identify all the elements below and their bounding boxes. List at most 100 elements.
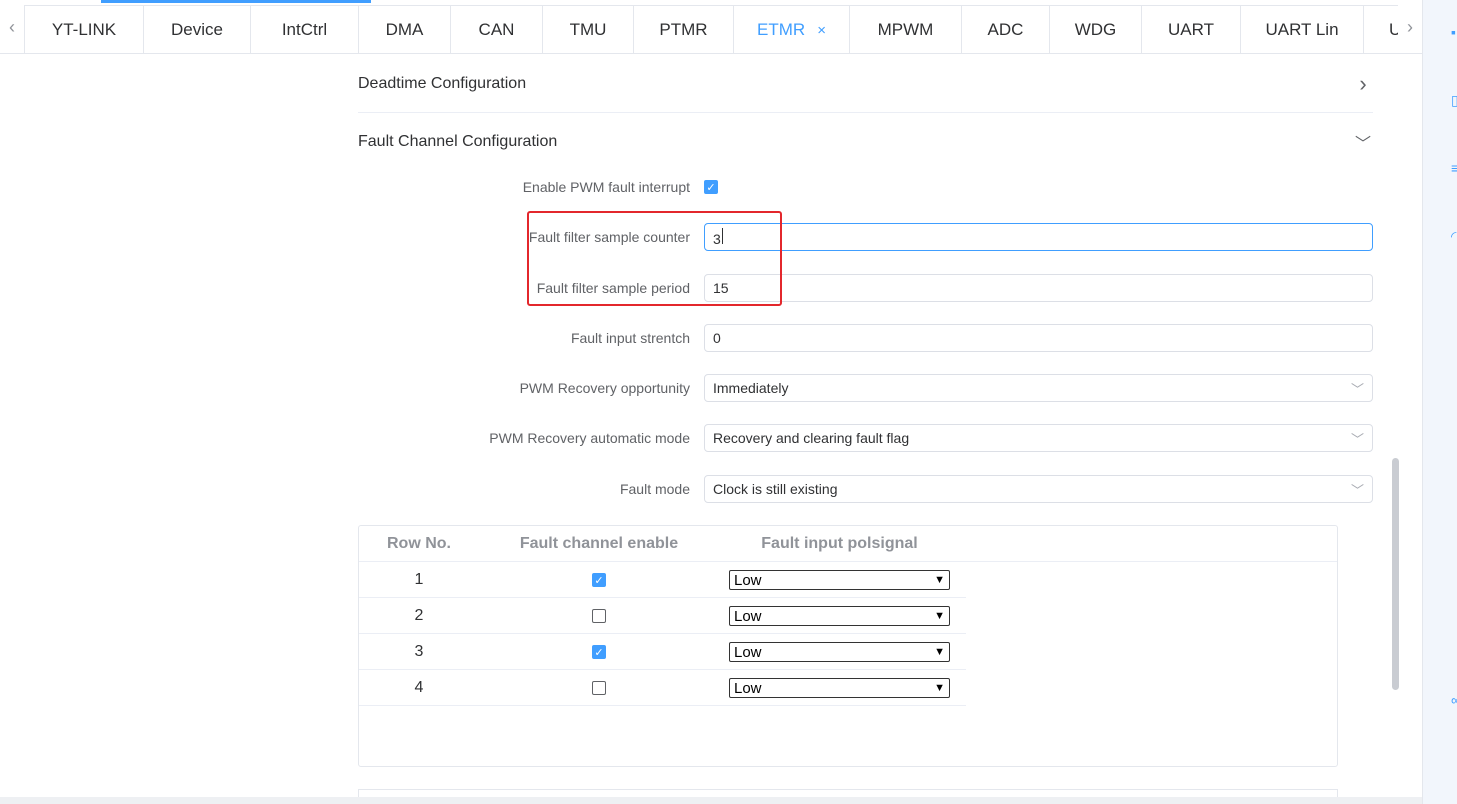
tab-mpwm[interactable]: MPWM — [849, 5, 962, 54]
tab-tmu[interactable]: TMU — [542, 5, 634, 54]
fault-filter-sample-period-input[interactable]: 15 — [704, 274, 1373, 302]
check-icon: ✓ — [594, 646, 604, 659]
row-enable-cell: ✓ — [499, 562, 699, 598]
tab-uart[interactable]: UART — [1141, 5, 1241, 54]
section-fault-channel-configuration[interactable]: Fault Channel Configuration ﹀ — [358, 113, 1373, 171]
check-icon: ✓ — [706, 181, 716, 194]
fault-input-polsignal-select[interactable]: Low ▼ — [729, 570, 950, 590]
field-label: PWM Recovery automatic mode — [489, 430, 690, 446]
chevron-down-icon: ▼ — [934, 682, 945, 694]
chevron-down-icon: ﹀ — [1354, 136, 1371, 153]
field-label: Enable PWM fault interrupt — [522, 179, 690, 195]
column-header-fault-channel-enable: Fault channel enable — [519, 535, 679, 552]
tab-label: ADC — [987, 20, 1024, 39]
table-header: Row No. Fault channel enable Fault input… — [359, 526, 1337, 562]
row-number: 1 — [414, 571, 424, 588]
form-row-pwm-recovery-opportunity: PWM Recovery opportunity Immediately ﹀ — [358, 373, 1373, 403]
select-value: Low — [734, 607, 762, 625]
section-title: Fault Channel Configuration — [358, 133, 558, 150]
tab-dma[interactable]: DMA — [358, 5, 451, 54]
tab-scroll-indicator — [101, 0, 371, 3]
tab-scroll-left-icon[interactable]: ‹ — [0, 0, 24, 54]
side-rail: ▪ ▯ ≡ ◜ ∞ — [1422, 0, 1457, 804]
tab-etmr[interactable]: ETMR × — [733, 5, 850, 54]
table-row: 1 ✓ Low ▼ — [359, 562, 966, 598]
row-enable-cell — [499, 598, 699, 634]
row-enable-cell: ✓ — [499, 634, 699, 670]
row-number: 2 — [414, 607, 424, 624]
field-label: Fault mode — [619, 481, 690, 497]
tab-label: UART Lin — [1265, 20, 1339, 39]
column-header-fault-input-polsignal: Fault input polsignal — [761, 535, 918, 552]
pwm-recovery-automatic-mode-select[interactable]: Recovery and clearing fault flag ﹀ — [704, 424, 1373, 452]
document-icon[interactable]: ▯ — [1451, 92, 1457, 108]
fault-channel-enable-checkbox[interactable]: ✓ — [592, 573, 606, 587]
fault-filter-sample-counter-input[interactable]: 3 — [704, 223, 1373, 251]
tab-u1[interactable]: U1 — [1363, 5, 1398, 54]
tab-label: MPWM — [877, 20, 934, 39]
row-number: 3 — [414, 643, 424, 660]
tab-label: U1 — [1389, 20, 1398, 39]
chevron-down-icon: ﹀ — [1350, 381, 1364, 397]
tab-label: YT-LINK — [51, 20, 117, 39]
fault-channel-table: Row No. Fault channel enable Fault input… — [358, 525, 1338, 767]
fault-channel-enable-checkbox[interactable] — [592, 609, 606, 623]
tab-intctrl[interactable]: IntCtrl — [250, 5, 359, 54]
tab-wdg[interactable]: WDG — [1049, 5, 1142, 54]
tab-label: ETMR — [757, 20, 806, 39]
fault-input-polsignal-select[interactable]: Low ▼ — [729, 642, 950, 662]
tab-list: YT-LINK Device IntCtrl DMA CAN TMU PTMR … — [24, 5, 1398, 54]
fault-channel-enable-checkbox[interactable] — [592, 681, 606, 695]
chevron-down-icon: ▼ — [934, 574, 945, 586]
fault-input-strentch-input[interactable]: 0 — [704, 324, 1373, 352]
tab-scroll-right-icon[interactable]: › — [1398, 0, 1422, 54]
enable-pwm-fault-interrupt-checkbox[interactable]: ✓ — [704, 180, 718, 194]
select-value: Low — [734, 643, 762, 661]
input-value: 0 — [713, 330, 721, 346]
select-value: Low — [734, 571, 762, 589]
list-icon[interactable]: ≡ — [1451, 160, 1457, 176]
table-row: 2 Low ▼ — [359, 598, 966, 634]
tab-label: WDG — [1074, 20, 1117, 39]
chevron-down-icon: ▼ — [934, 646, 945, 658]
column-header-row-no: Row No. — [387, 535, 451, 552]
select-value: Immediately — [713, 380, 789, 396]
tab-can[interactable]: CAN — [450, 5, 543, 54]
vertical-scrollbar[interactable] — [1392, 458, 1399, 690]
form-row-fault-filter-sample-counter: Fault filter sample counter 3 — [358, 222, 1373, 252]
grid-icon[interactable]: ▪ — [1451, 24, 1457, 40]
close-icon[interactable]: × — [817, 22, 826, 39]
tab-label: IntCtrl — [281, 20, 328, 39]
form-row-enable-pwm-fault-interrupt: Enable PWM fault interrupt ✓ — [358, 172, 1373, 202]
tab-label: Device — [171, 20, 223, 39]
fault-input-polsignal-select[interactable]: Low ▼ — [729, 606, 950, 626]
form-row-fault-filter-sample-period: Fault filter sample period 15 — [358, 273, 1373, 303]
chevron-right-icon: › — [1359, 70, 1367, 96]
chevron-down-icon: ﹀ — [1350, 482, 1364, 498]
fault-input-polsignal-select[interactable]: Low ▼ — [729, 678, 950, 698]
tab-label: CAN — [478, 20, 515, 39]
form-row-fault-input-strentch: Fault input strentch 0 — [358, 323, 1373, 353]
tab-ptmr[interactable]: PTMR — [633, 5, 734, 54]
tab-label: TMU — [569, 20, 607, 39]
fault-mode-select[interactable]: Clock is still existing ﹀ — [704, 475, 1373, 503]
select-value: Recovery and clearing fault flag — [713, 430, 910, 446]
section-deadtime-configuration[interactable]: Deadtime Configuration › — [358, 55, 1373, 113]
settings-icon[interactable]: ∞ — [1451, 692, 1457, 708]
tab-label: UART — [1168, 20, 1214, 39]
highlight-annotation-box — [527, 211, 782, 306]
section-title: Deadtime Configuration — [358, 74, 527, 92]
tab-bar: ‹ YT-LINK Device IntCtrl DMA CAN TMU PTM… — [0, 0, 1422, 54]
tab-uart-lin[interactable]: UART Lin — [1240, 5, 1364, 54]
check-icon: ✓ — [594, 574, 604, 587]
pwm-recovery-opportunity-select[interactable]: Immediately ﹀ — [704, 374, 1373, 402]
tab-device[interactable]: Device — [143, 5, 251, 54]
tab-yt-link[interactable]: YT-LINK — [24, 5, 144, 54]
tab-label: PTMR — [659, 20, 708, 39]
select-value: Clock is still existing — [713, 481, 838, 497]
row-number: 4 — [414, 679, 424, 696]
form-row-pwm-recovery-automatic-mode: PWM Recovery automatic mode Recovery and… — [358, 423, 1373, 453]
fault-channel-enable-checkbox[interactable]: ✓ — [592, 645, 606, 659]
tab-adc[interactable]: ADC — [961, 5, 1050, 54]
link-icon[interactable]: ◜ — [1451, 228, 1457, 244]
